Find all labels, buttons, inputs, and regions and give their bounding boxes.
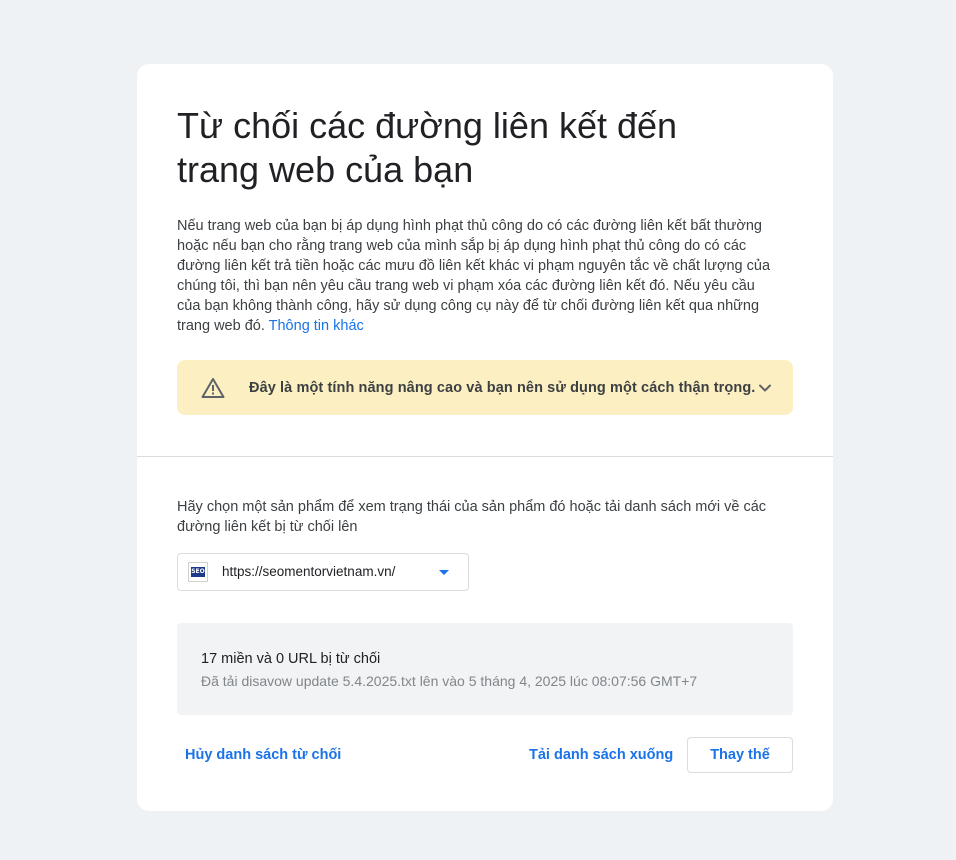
upload-detail: Đã tải disavow update 5.4.2025.txt lên v… <box>201 673 698 689</box>
download-list-button[interactable]: Tải danh sách xuống <box>529 745 673 765</box>
replace-button[interactable]: Thay thế <box>687 737 793 773</box>
property-select[interactable]: SEO https://seomentorvietnam.vn/ <box>177 553 469 591</box>
cancel-disavow-button[interactable]: Hủy danh sách từ chối <box>185 745 341 765</box>
learn-more-link[interactable]: Thông tin khác <box>269 318 364 334</box>
section-divider <box>137 456 833 457</box>
site-favicon: SEO <box>188 562 208 582</box>
warning-text: Đây là một tính năng nâng cao và bạn nên… <box>249 380 756 396</box>
intro-body: Nếu trang web của bạn bị áp dụng hình ph… <box>177 218 771 334</box>
disavow-count: 17 miền và 0 URL bị từ chối <box>201 651 381 667</box>
page-title: Từ chối các đường liên kết đến trang web… <box>177 105 678 190</box>
dropdown-arrow-icon <box>439 570 449 575</box>
disavow-status-box: 17 miền và 0 URL bị từ chối Đã tải disav… <box>177 623 793 715</box>
warning-icon <box>201 378 225 398</box>
property-select-value: https://seomentorvietnam.vn/ <box>222 564 396 579</box>
property-prompt: Hãy chọn một sản phẩm để xem trạng thái … <box>177 499 767 535</box>
warning-banner[interactable]: Đây là một tính năng nâng cao và bạn nên… <box>177 360 793 415</box>
intro-text: Nếu trang web của bạn bị áp dụng hình ph… <box>177 216 777 336</box>
chevron-down-icon[interactable] <box>755 378 775 398</box>
disavow-card: Từ chối các đường liên kết đến trang web… <box>137 64 833 811</box>
favicon-logo: SEO <box>191 567 205 577</box>
